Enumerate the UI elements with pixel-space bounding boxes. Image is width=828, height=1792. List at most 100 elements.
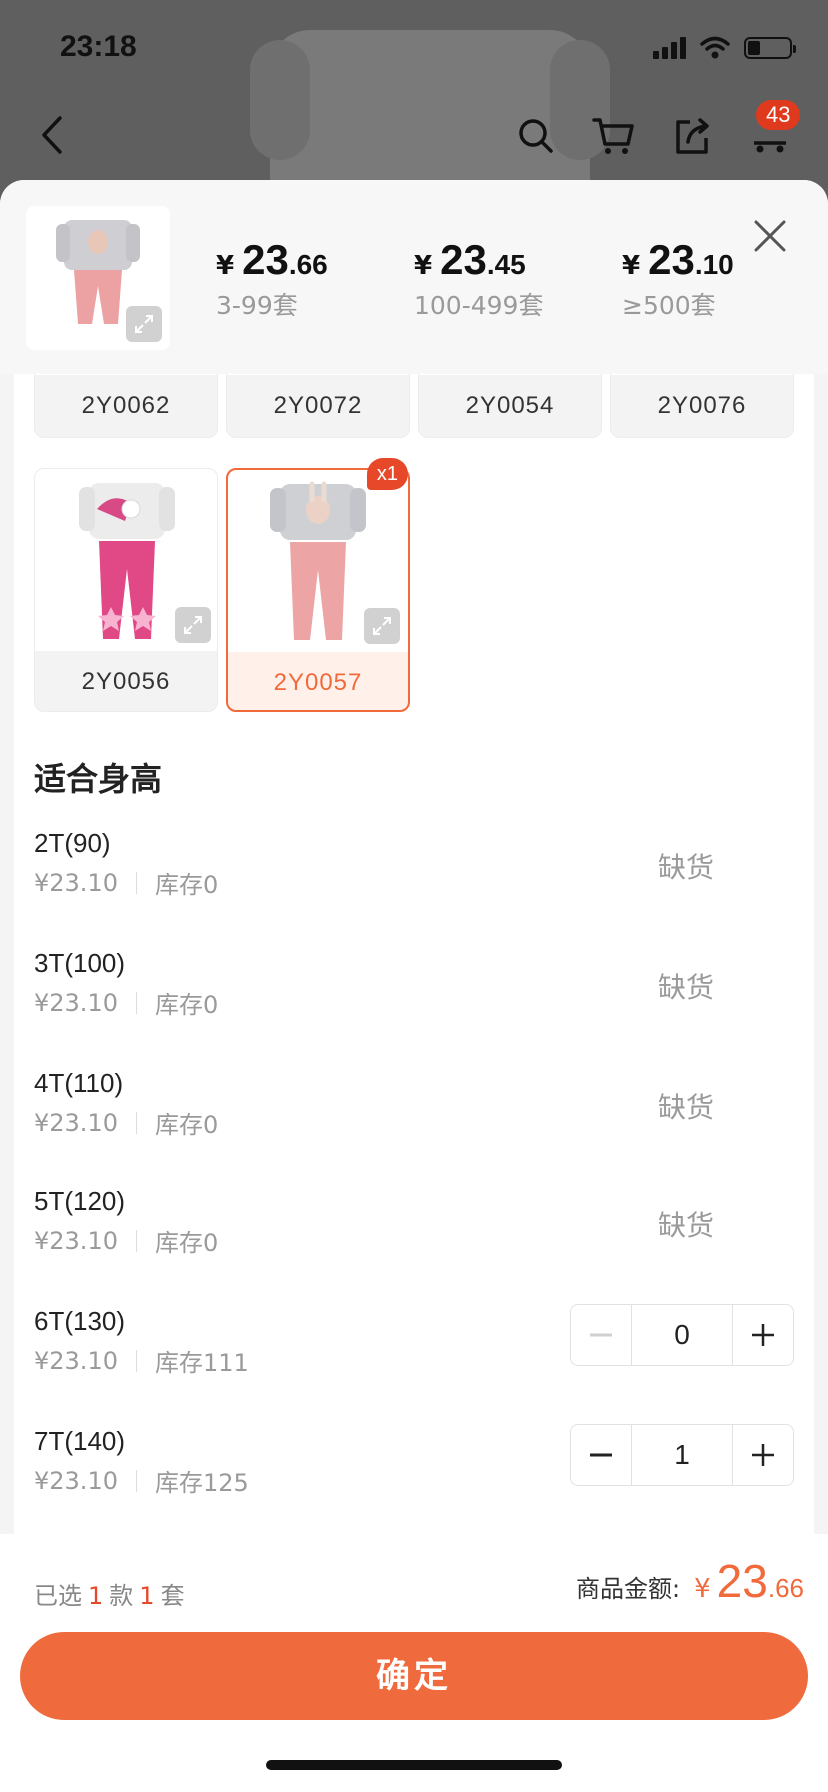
- sets-unit: 套: [160, 1582, 185, 1610]
- home-indicator: [266, 1760, 562, 1770]
- price-tier-3: ¥23.10 ≥500套: [622, 236, 734, 322]
- total-amount: 商品金额: ¥ 23 .66: [576, 1554, 804, 1608]
- divider: [135, 871, 137, 894]
- variant-quantity-badge: x1: [366, 458, 408, 490]
- total-integer: 23: [716, 1555, 768, 1607]
- wifi-icon: [700, 36, 730, 59]
- variant-image: [419, 374, 601, 375]
- search-button[interactable]: [508, 108, 564, 164]
- battery-icon: [744, 37, 796, 59]
- variant-image: [611, 374, 793, 375]
- size-stock: 库存111: [154, 1349, 249, 1377]
- cart-icon: [592, 118, 634, 154]
- nav-actions: 43: [508, 100, 801, 164]
- search-icon: [519, 119, 553, 153]
- back-button[interactable]: [30, 110, 80, 160]
- quantity-stepper: 0: [570, 1304, 794, 1366]
- size-stock: 库存0: [154, 1111, 219, 1139]
- size-row: 3T(100) ¥23.10 库存0 缺货: [34, 948, 794, 1048]
- close-icon: [754, 220, 786, 252]
- size-price: ¥23.10: [34, 1466, 118, 1495]
- divider: [135, 991, 137, 1014]
- divider: [135, 1349, 137, 1372]
- quantity-input[interactable]: 0: [631, 1305, 733, 1365]
- increment-button[interactable]: [733, 1305, 793, 1365]
- cart-button[interactable]: [586, 108, 642, 164]
- selection-prefix: 已选: [34, 1582, 82, 1610]
- variant-label: 2Y0056: [81, 668, 171, 695]
- size-section-title: 适合身高: [34, 760, 163, 798]
- size-row: 7T(140) ¥23.10 库存125 1: [34, 1424, 794, 1526]
- variant-card[interactable]: 2Y0072: [226, 374, 410, 438]
- size-row: 6T(130) ¥23.10 库存111 0: [34, 1304, 794, 1406]
- variant-card[interactable]: 2Y0076: [610, 374, 794, 438]
- styles-unit: 款: [109, 1582, 134, 1610]
- quantity-input[interactable]: 1: [631, 1425, 733, 1485]
- price-range: ≥500套: [622, 291, 716, 320]
- size-stock: 库存125: [154, 1469, 249, 1497]
- minus-icon: [590, 1333, 612, 1337]
- price-integer: 23: [440, 236, 487, 283]
- size-row: 5T(120) ¥23.10 库存0 缺货: [34, 1186, 794, 1286]
- status-bar: 23:18: [0, 0, 828, 100]
- price-tier-1: ¥23.66 3-99套: [216, 236, 328, 322]
- variant-image: [227, 374, 409, 375]
- variant-label: 2Y0072: [273, 392, 363, 419]
- expand-icon[interactable]: [175, 607, 211, 643]
- size-stock: 库存0: [154, 991, 219, 1019]
- share-button[interactable]: [664, 108, 720, 164]
- price-integer: 23: [648, 236, 695, 283]
- out-of-stock-label: 缺货: [657, 1091, 714, 1124]
- expand-icon[interactable]: [364, 608, 400, 644]
- total-decimal: .66: [767, 1573, 804, 1603]
- out-of-stock-label: 缺货: [657, 971, 714, 1004]
- size-price: ¥23.10: [34, 1226, 118, 1255]
- price-tier-2: ¥23.45 100-499套: [414, 236, 543, 322]
- plus-icon: [752, 1444, 774, 1466]
- size-price: ¥23.10: [34, 1108, 118, 1137]
- price-currency: ¥: [216, 251, 235, 281]
- price-range: 3-99套: [216, 291, 298, 320]
- size-price: ¥23.10: [34, 868, 118, 897]
- back-arrow-icon: [42, 116, 62, 154]
- confirm-button[interactable]: 确定: [20, 1632, 808, 1720]
- increment-button[interactable]: [733, 1425, 793, 1485]
- selection-summary: 已选 1 款 1 套: [34, 1576, 185, 1611]
- out-of-stock-label: 缺货: [657, 1209, 714, 1242]
- decrement-button[interactable]: [571, 1425, 631, 1485]
- status-icons: [653, 36, 796, 60]
- signal-icon: [653, 37, 686, 59]
- variant-image: [35, 469, 217, 651]
- price-range: 100-499套: [414, 291, 544, 320]
- variant-label: 2Y0076: [657, 392, 747, 419]
- close-button[interactable]: [748, 214, 792, 258]
- selected-sets-count: 1: [139, 1582, 155, 1610]
- nav-bar: 43: [0, 100, 828, 180]
- price-currency: ¥: [622, 251, 641, 281]
- variant-image: [228, 470, 408, 652]
- sheet-scroll-content[interactable]: 2Y0062 2Y0072 2Y0054 2Y0076 2Y0056 x1 2Y…: [14, 374, 814, 1714]
- variant-card[interactable]: 2Y0062: [34, 374, 218, 438]
- decrement-button-disabled[interactable]: [571, 1305, 631, 1365]
- size-price: ¥23.10: [34, 988, 118, 1017]
- sku-selector-sheet: ¥23.66 3-99套 ¥23.45 100-499套 ¥23.10 ≥500…: [0, 180, 828, 1792]
- plus-icon: [752, 1324, 774, 1346]
- variant-card[interactable]: 2Y0054: [418, 374, 602, 438]
- price-decimal: .66: [288, 249, 328, 280]
- variant-label: 2Y0057: [273, 669, 363, 696]
- variant-label: 2Y0054: [465, 392, 555, 419]
- price-currency: ¥: [414, 251, 433, 281]
- variant-card-selected[interactable]: x1 2Y0057: [226, 458, 410, 712]
- size-price: ¥23.10: [34, 1346, 118, 1375]
- selected-product-thumbnail[interactable]: [26, 206, 170, 350]
- size-row: 4T(110) ¥23.10 库存0 缺货: [34, 1068, 794, 1168]
- size-row: 2T(90) ¥23.10 库存0 缺货: [34, 828, 794, 928]
- divider: [135, 1229, 137, 1252]
- sheet-header: ¥23.66 3-99套 ¥23.45 100-499套 ¥23.10 ≥500…: [0, 180, 828, 374]
- selected-styles-count: 1: [88, 1582, 104, 1610]
- status-time: 23:18: [60, 30, 137, 63]
- price-integer: 23: [242, 236, 289, 283]
- variant-card[interactable]: 2Y0056: [34, 468, 218, 712]
- more-cart-button[interactable]: 43: [742, 100, 801, 164]
- expand-icon[interactable]: [126, 306, 162, 342]
